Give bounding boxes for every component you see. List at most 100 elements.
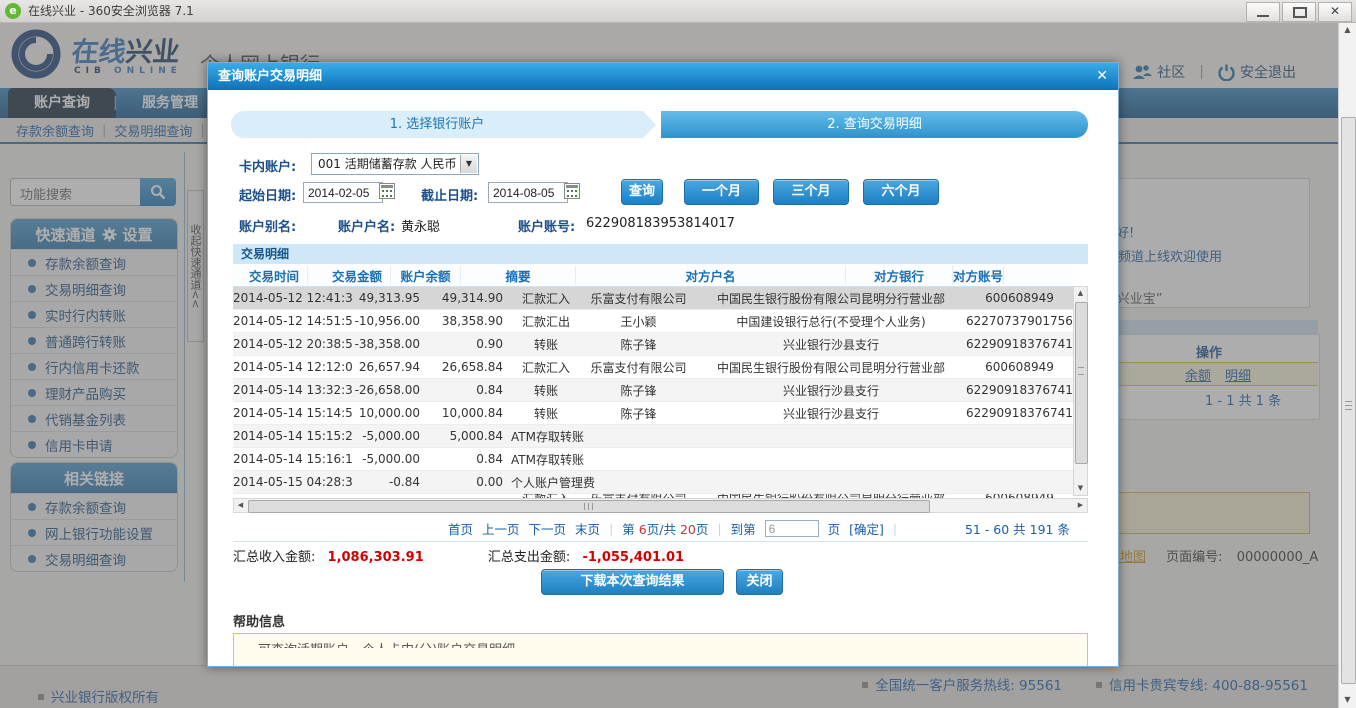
transaction-table: 2014-05-12 12:41:34 49,313.95 49,314.90 …: [233, 287, 1073, 502]
page-scrollbar[interactable]: ▲ ▼: [1338, 22, 1356, 708]
cell-summary: 转账: [511, 405, 581, 422]
table-row[interactable]: 2014-05-14 13:32:34 -26,658.00 0.84 转账 陈…: [233, 379, 1073, 402]
cell-counterparty-bank: 中国民生银行股份有限公司昆明分行营业部: [696, 290, 966, 307]
help-box: 可查询活期账户、个人卡内(分)账户交易明细: [233, 633, 1088, 667]
goto-page-input[interactable]: [765, 520, 819, 537]
cell-counterparty-account: 600608949: [966, 291, 1073, 305]
window-minimize-button[interactable]: [1246, 2, 1280, 22]
cell-amount: -0.84: [353, 475, 428, 489]
cell-summary: 汇款汇入: [511, 359, 581, 376]
table-row[interactable]: 2014-05-15 04:28:37 -0.84 0.00 个人账户管理费: [233, 471, 1073, 494]
one-month-button[interactable]: 一个月: [684, 179, 759, 205]
first-page-link[interactable]: 首页: [448, 519, 473, 538]
window-close-button[interactable]: [1318, 2, 1352, 22]
help-section-title: 帮助信息: [233, 611, 285, 630]
table-header-cell: 对方账号: [953, 266, 1004, 285]
browser-titlebar: e 在线兴业 - 360安全浏览器 7.1: [0, 0, 1356, 23]
cell-time: 2014-05-15 04:28:37: [233, 475, 353, 489]
pagination-bar: 首页 上一页 下一页 末页 | 第 6页/共 20页 | 到第 页 [确定] |…: [233, 515, 1088, 542]
table-header-row: 交易时间交易金额账户余额摘要对方户名对方银行对方账号: [233, 264, 1073, 287]
cell-amount: -38,358.00: [353, 337, 428, 351]
table-header-cell: 对方银行: [846, 266, 953, 285]
table-vscroll-thumb[interactable]: [1075, 302, 1088, 464]
dialog-close-icon[interactable]: ✕: [1096, 68, 1108, 84]
prev-page-link[interactable]: 上一页: [482, 519, 520, 538]
page-indicator: 第 6页/共 20页: [622, 519, 708, 538]
end-date-input[interactable]: [488, 182, 568, 203]
scroll-up-arrow-icon[interactable]: ▲: [1339, 22, 1356, 38]
table-row[interactable]: 2014-05-14 15:15:28 -5,000.00 5,000.84 A…: [233, 425, 1073, 448]
table-header-cell: 对方户名: [576, 266, 846, 285]
cell-balance: 5,000.84: [428, 429, 511, 443]
cell-time: 2014-05-14 15:14:56: [233, 406, 353, 420]
account-number-value: 622908183953814017: [586, 216, 735, 231]
cell-summary: 汇款汇出: [511, 313, 581, 330]
current-page-number: 6: [639, 522, 647, 537]
wizard-steps: 1. 选择银行账户 2. 查询交易明细: [231, 111, 1088, 138]
cell-balance: 10,000.84: [428, 406, 511, 420]
cell-amount: 10,000.00: [353, 406, 428, 420]
transaction-section-title: 交易明细: [233, 244, 1088, 264]
table-header-cell: 摘要: [461, 266, 576, 285]
table-row[interactable]: 2014-05-14 12:12:05 26,657.94 26,658.84 …: [233, 356, 1073, 379]
close-dialog-button[interactable]: 关闭: [736, 569, 783, 595]
table-row[interactable]: 2014-05-12 14:51:56 -10,956.00 38,358.90…: [233, 310, 1073, 333]
goto-confirm-link[interactable]: [确定]: [849, 519, 884, 538]
account-name-label: 账户户名:: [338, 216, 395, 235]
table-hscroll-thumb[interactable]: [248, 500, 930, 513]
table-vertical-scrollbar[interactable]: ▲ ▼: [1073, 286, 1088, 496]
window-maximize-button[interactable]: [1282, 2, 1316, 22]
cell-counterparty-name: 陈子锋: [581, 382, 696, 399]
scroll-down-arrow-icon[interactable]: ▼: [1339, 692, 1356, 708]
goto-page-suffix: 页: [828, 519, 841, 538]
total-page-number: 20: [680, 522, 696, 537]
calendar-icon[interactable]: [379, 183, 395, 199]
download-results-button[interactable]: 下载本次查询结果: [541, 569, 724, 595]
cell-time: 2014-05-14 15:15:28: [233, 429, 353, 443]
three-month-button[interactable]: 三个月: [773, 179, 849, 205]
scrollbar-grip-icon: [1345, 401, 1352, 410]
table-row[interactable]: 2014-05-12 12:41:34 49,313.95 49,314.90 …: [233, 287, 1073, 310]
query-button[interactable]: 查询: [621, 179, 663, 205]
calendar-icon[interactable]: [564, 183, 580, 199]
cell-counterparty-account: 622909183767411413: [966, 383, 1073, 397]
cell-balance: 26,658.84: [428, 360, 511, 374]
cell-counterparty-bank: 中国民生银行股份有限公司昆明分行营业部: [696, 359, 966, 376]
page-scrollbar-thumb[interactable]: [1341, 117, 1356, 684]
card-account-select[interactable]: 001 活期储蓄存款 人民币 ▼: [311, 153, 479, 175]
browser-360-icon: e: [5, 3, 21, 19]
scroll-up-arrow-icon[interactable]: ▲: [1074, 287, 1087, 300]
cell-time: 2014-05-12 14:51:56: [233, 314, 353, 328]
table-row[interactable]: 2014-05-14 15:14:56 10,000.00 10,000.84 …: [233, 402, 1073, 425]
table-row[interactable]: 2014-05-12 20:38:57 -38,358.00 0.90 转账 陈…: [233, 333, 1073, 356]
account-number-label: 账户账号:: [518, 216, 575, 235]
cell-summary: ATM存取转账: [511, 428, 581, 445]
cell-counterparty-name: 陈子锋: [581, 336, 696, 353]
cell-amount: -26,658.00: [353, 383, 428, 397]
table-header-cell: 账户余额: [391, 266, 461, 285]
table-header-cell: 交易时间: [233, 266, 308, 285]
six-month-button[interactable]: 六个月: [863, 179, 939, 205]
cell-counterparty-account: 622909183767411413: [966, 406, 1073, 420]
goto-page-label: 到第: [731, 519, 756, 538]
start-date-label: 起始日期:: [239, 185, 296, 204]
cell-balance: 49,314.90: [428, 291, 511, 305]
cell-time: 2014-05-14 12:12:05: [233, 360, 353, 374]
account-name-value: 黄永聪: [401, 216, 440, 235]
scroll-right-arrow-icon[interactable]: ▶: [1074, 499, 1087, 512]
scroll-down-arrow-icon[interactable]: ▼: [1074, 482, 1087, 495]
end-date-label: 截止日期:: [421, 185, 478, 204]
next-page-link[interactable]: 下一页: [529, 519, 567, 538]
last-page-link[interactable]: 末页: [575, 519, 600, 538]
cell-counterparty-account: 6227073790175641: [966, 314, 1073, 328]
start-date-input[interactable]: [303, 182, 383, 203]
cell-counterparty-bank: 中国建设银行总行(不受理个人业务): [696, 313, 966, 330]
table-header-cell: 交易金额: [308, 266, 391, 285]
cell-counterparty-name: 陈子锋: [581, 405, 696, 422]
step-query-detail: 2. 查询交易明细: [661, 111, 1088, 138]
summary-row: 汇总收入金额: 1,086,303.91 汇总支出金额: -1,055,401.…: [233, 546, 744, 565]
scroll-left-arrow-icon[interactable]: ◀: [234, 499, 247, 512]
table-horizontal-scrollbar[interactable]: ◀ ▶: [233, 498, 1088, 513]
table-row[interactable]: 2014-05-14 15:16:14 -5,000.00 0.84 ATM存取…: [233, 448, 1073, 471]
cell-counterparty-bank: 兴业银行沙县支行: [696, 405, 966, 422]
